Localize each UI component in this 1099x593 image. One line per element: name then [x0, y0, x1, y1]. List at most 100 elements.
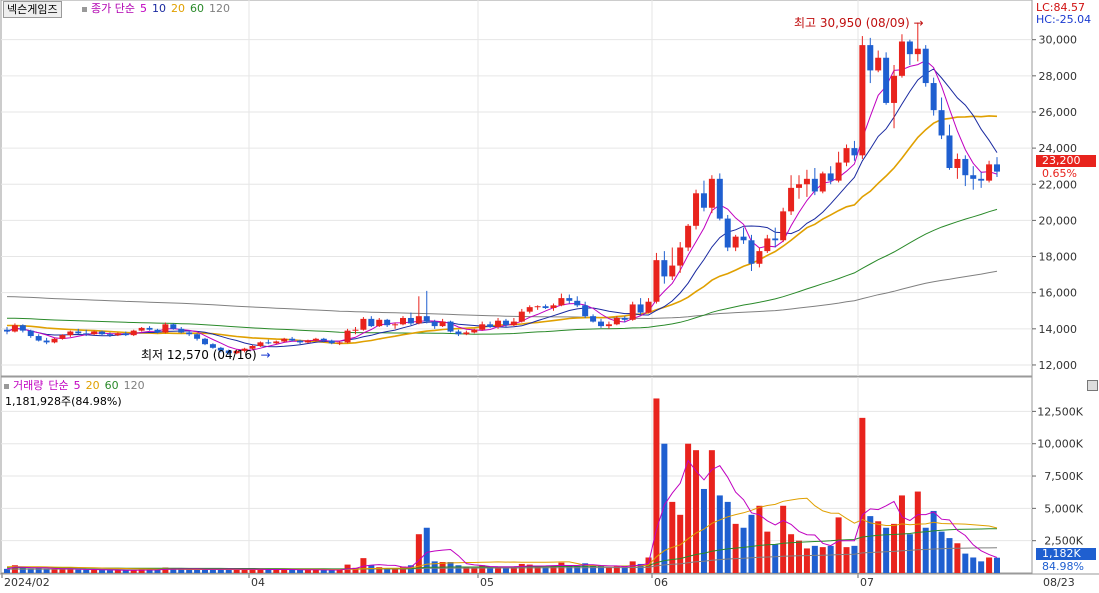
- high-annotation-text: 최고 30,950 (08/09): [794, 16, 910, 30]
- legend-item[interactable]: 60: [190, 2, 204, 15]
- volume-bar: [106, 570, 113, 573]
- low-annotation: 최저 12,570 (04/16) →: [141, 346, 271, 363]
- candle-body: [273, 341, 280, 344]
- last-volume-text: 1,181,928주(84.98%): [5, 395, 122, 408]
- candle-body: [114, 333, 121, 336]
- hc-label: HC:-25.04: [1036, 13, 1092, 26]
- candle-body: [518, 311, 525, 322]
- candle-body: [265, 342, 272, 344]
- candle-body: [170, 324, 177, 329]
- candle-body: [360, 318, 367, 330]
- candle-body: [590, 316, 597, 322]
- volume-bar: [320, 570, 327, 573]
- current-volume: 1,182K: [1042, 547, 1081, 560]
- low-annotation-text: 최저 12,570 (04/16): [141, 348, 257, 362]
- price-tick-label: 18,000: [1039, 251, 1078, 264]
- candle-body: [732, 236, 739, 248]
- candle-body: [502, 320, 509, 326]
- legend-item[interactable]: 60: [105, 379, 119, 392]
- candle-body: [938, 110, 945, 136]
- volume-bar: [75, 569, 82, 573]
- candle-body: [83, 333, 90, 335]
- volume-bar: [99, 570, 106, 573]
- candle-body: [724, 218, 731, 248]
- legend-item[interactable]: 5: [74, 379, 81, 392]
- volume-bar: [273, 569, 280, 573]
- candle-body: [320, 338, 327, 341]
- legend-item[interactable]: 5: [140, 2, 147, 15]
- volume-bar: [780, 505, 787, 573]
- volume-bar: [819, 547, 826, 573]
- price-legend: 종가 단순 5 10 20 60 120: [82, 2, 235, 16]
- candle-body: [51, 338, 58, 343]
- stock-name-box[interactable]: 넥슨게임즈: [3, 1, 62, 18]
- candle-body: [645, 301, 652, 313]
- candle-body: [526, 307, 533, 312]
- volume-bar: [938, 531, 945, 573]
- volume-bar: [946, 538, 953, 573]
- legend-item[interactable]: 120: [124, 379, 145, 392]
- candle-body: [431, 321, 438, 327]
- candle-body: [970, 175, 977, 179]
- candle-body: [605, 324, 612, 327]
- volume-bar: [922, 527, 929, 573]
- panel-settings-icon[interactable]: [1087, 380, 1098, 391]
- volume-bar: [91, 569, 98, 573]
- candle-body: [202, 338, 208, 345]
- candle-body: [780, 211, 787, 241]
- candle-body: [574, 300, 581, 306]
- volume-bar: [297, 569, 304, 573]
- arrow-right-icon: →: [260, 348, 271, 362]
- stock-chart-window: 30,000 28,000 26,000 24,000 22,000 20,000 18,0…: [0, 0, 1099, 593]
- legend-square-icon: [4, 383, 9, 389]
- candle-body: [700, 193, 707, 208]
- candle-body: [439, 321, 446, 327]
- legend-item[interactable]: 단순: [48, 379, 68, 392]
- legend-item[interactable]: 20: [86, 379, 100, 392]
- legend-item[interactable]: 20: [171, 2, 185, 15]
- candle-body: [859, 45, 866, 156]
- candle-body: [898, 41, 905, 76]
- price-tick-label: 30,000: [1039, 34, 1078, 47]
- stock-name: 넥슨게임즈: [7, 3, 58, 16]
- candle-body: [447, 321, 454, 332]
- x-tick-label: 05: [480, 576, 494, 589]
- volume-tick-label: 5,000K: [1044, 502, 1083, 515]
- legend-item[interactable]: 종가 단순: [91, 2, 135, 15]
- candle-body: [843, 148, 850, 163]
- candle-body: [186, 332, 193, 335]
- candle-body: [946, 135, 953, 168]
- candle-body: [954, 158, 961, 168]
- volume-bar: [518, 563, 525, 573]
- candle-body: [677, 247, 684, 266]
- candlestick-chart[interactable]: 30,00028,00026,00024,00022,00020,00018,0…: [0, 0, 1099, 593]
- volume-bar: [740, 527, 747, 573]
- candle-body: [289, 338, 296, 341]
- legend-item[interactable]: 거래량: [13, 379, 43, 392]
- legend-item[interactable]: 10: [152, 2, 166, 15]
- volume-bar: [827, 545, 834, 573]
- current-price-tag: 23,200: [1036, 154, 1096, 167]
- candle-body: [91, 331, 98, 335]
- candle-body: [811, 178, 818, 192]
- candle-body: [740, 236, 747, 241]
- legend-item[interactable]: 120: [209, 2, 230, 15]
- volume-bar: [502, 567, 509, 573]
- volume-bar: [811, 545, 818, 573]
- candle-body: [11, 325, 18, 332]
- volume-bar: [875, 521, 882, 573]
- volume-bar: [772, 544, 779, 573]
- change-pct: 0.65%: [1042, 167, 1077, 180]
- candle-body: [962, 158, 969, 176]
- x-tick-label: 07: [860, 576, 874, 589]
- price-tick-label: 28,000: [1039, 70, 1078, 83]
- x-tick-label: 08/23: [1043, 576, 1075, 589]
- volume-bar: [122, 570, 129, 573]
- volume-bar: [724, 501, 731, 573]
- current-volume-tag: 1,182K: [1036, 547, 1096, 560]
- volume-bar: [700, 488, 707, 573]
- candle-body: [994, 164, 1000, 172]
- candle-body: [891, 75, 898, 103]
- volume-bar: [986, 557, 993, 573]
- volume-bar: [859, 417, 866, 573]
